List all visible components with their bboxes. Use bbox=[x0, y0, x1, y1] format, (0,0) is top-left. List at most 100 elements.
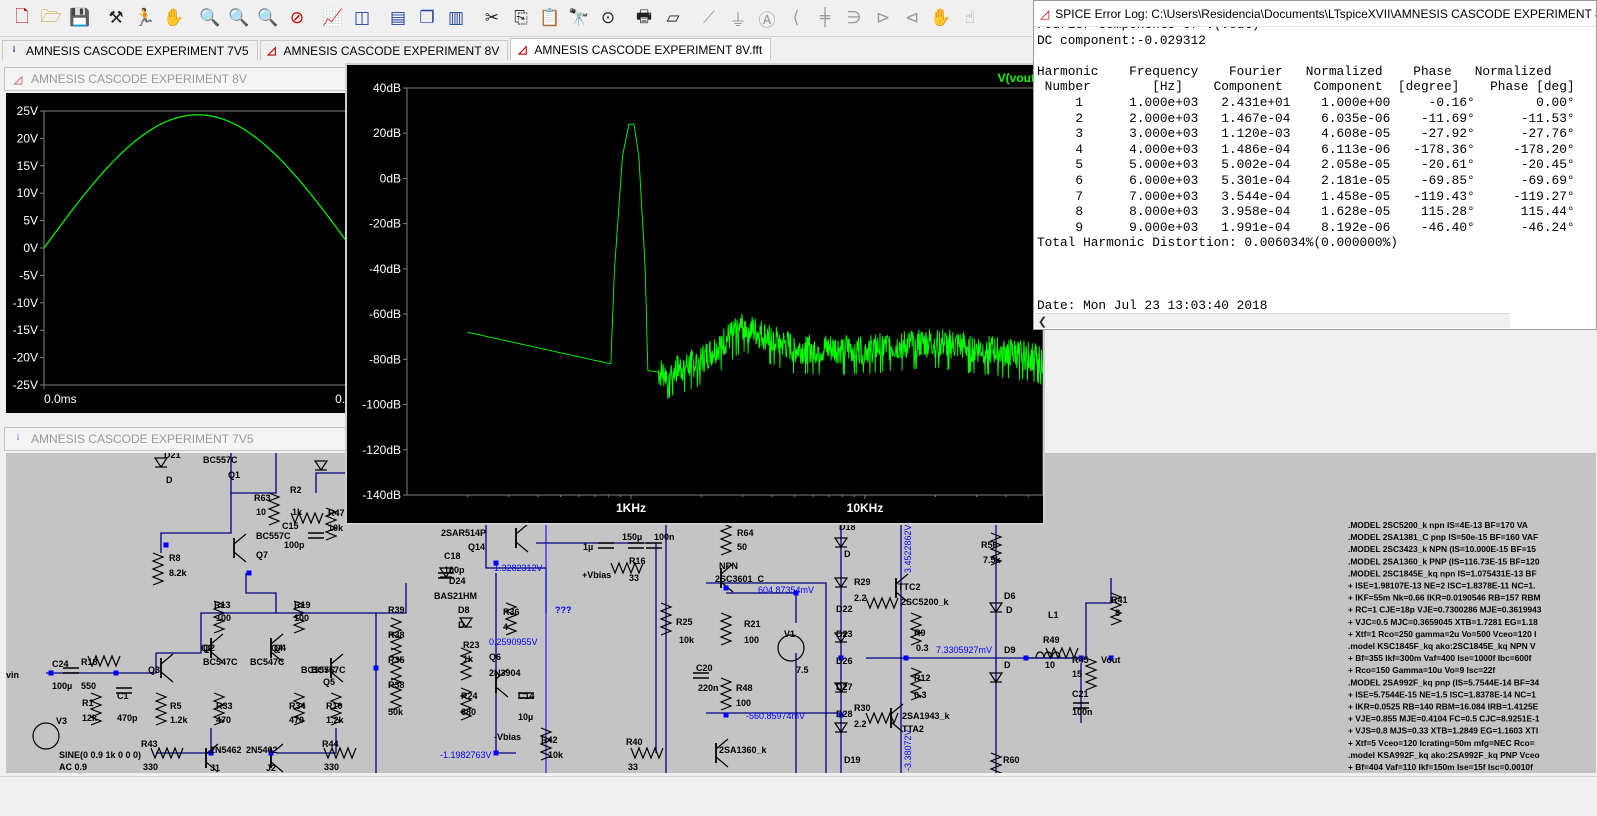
control-panel-icon[interactable]: ⚒ bbox=[102, 4, 130, 32]
component-label: 2N5462 bbox=[210, 745, 242, 755]
copy-icon[interactable]: ⎘ bbox=[507, 4, 535, 32]
diode-icon[interactable]: ⊳ bbox=[869, 4, 897, 32]
log-blank bbox=[1037, 282, 1592, 298]
new-schematic-icon[interactable]: 🗋 bbox=[8, 4, 36, 32]
component-label: ??? bbox=[555, 605, 572, 615]
node-voltage-label: 604.87354mV bbox=[758, 585, 814, 595]
component-label: 470 bbox=[289, 715, 304, 725]
halt-icon[interactable]: ✋ bbox=[160, 4, 188, 32]
component-label: 2N3904 bbox=[489, 668, 521, 678]
component-label: R41 bbox=[1111, 595, 1128, 605]
transistor-symbol bbox=[515, 541, 529, 553]
spice-directive-icon[interactable]: ⊙ bbox=[594, 4, 622, 32]
scroll-left-icon[interactable]: ❮ bbox=[1035, 314, 1050, 329]
cascade-icon[interactable]: ❐ bbox=[413, 4, 441, 32]
component-label: Q5 bbox=[323, 677, 335, 687]
ground-icon[interactable]: ⏚ bbox=[724, 4, 752, 32]
label-icon[interactable]: Ⓐ bbox=[753, 4, 781, 32]
wire-icon[interactable]: ⟋ bbox=[695, 4, 723, 32]
tile-horizontal-icon[interactable]: ▤ bbox=[384, 4, 412, 32]
zoom-out-icon[interactable]: 🔍 bbox=[254, 4, 282, 32]
component-label: R38 bbox=[388, 680, 405, 690]
waveform-icon: ◿ bbox=[267, 45, 276, 57]
paste-icon[interactable]: 📋 bbox=[536, 4, 564, 32]
component-label: 2.2 bbox=[854, 719, 867, 729]
component-label: 470p bbox=[117, 713, 138, 723]
component-icon[interactable]: ⊲ bbox=[898, 4, 926, 32]
fft-chart: 40dB 20dB 0dB -20dB -40dB -60dB -80dB -100dB -12… bbox=[362, 71, 1586, 515]
component-label: 330 bbox=[143, 762, 158, 772]
resistor-icon[interactable]: ⟨ bbox=[782, 4, 810, 32]
find-icon[interactable]: 🔭 bbox=[565, 4, 593, 32]
print-preview-icon[interactable]: ▱ bbox=[659, 4, 687, 32]
component-label: R30 bbox=[854, 703, 871, 713]
component-label: 100p bbox=[444, 565, 465, 575]
wire bbox=[495, 573, 516, 754]
component-label: C15 bbox=[282, 521, 299, 531]
component-label: V3 bbox=[56, 716, 67, 726]
component-label: R56 bbox=[981, 540, 998, 550]
component-label: 10k bbox=[328, 523, 344, 533]
log-blank bbox=[1037, 267, 1592, 283]
spice-model-text: + Rco=150 Gamma=10u Vo=9 Isc=22f bbox=[1348, 665, 1495, 675]
autorange-icon[interactable]: 📈 bbox=[319, 4, 347, 32]
spice-log-icon: ◿ bbox=[1040, 6, 1050, 21]
plot-frame bbox=[406, 87, 1044, 496]
time-window-titlebar[interactable]: ◿ AMNESIS CASCODE EXPERIMENT 8V bbox=[4, 67, 346, 91]
component-label: 50 bbox=[737, 542, 747, 552]
fft-plot[interactable]: 40dB 20dB 0dB -20dB -40dB -60dB -80dB -100dB -12… bbox=[345, 63, 1586, 525]
log-harmonic-row: 1 1.000e+03 2.431e+01 1.000e+00 -0.16° 0… bbox=[1037, 94, 1575, 110]
component-label: R29 bbox=[854, 577, 871, 587]
capacitor-icon[interactable]: ╪ bbox=[811, 4, 839, 32]
component-label: SINE(0 0.9 1k 0 0 0) bbox=[59, 750, 141, 760]
log-header-row: Harmonic Frequency Fourier Normalized Ph… bbox=[1037, 63, 1552, 79]
y-tick-label: -25V bbox=[13, 378, 38, 392]
log-harmonic-row: 7 7.000e+03 3.544e-04 1.458e-05 -119.43°… bbox=[1037, 188, 1575, 204]
toolbar: 🗋 🗁 💾 ⚒ 🏃 ✋ 🔍 🔍 🔍 ⊘ 📈 ◫ ▤ ❐ ▥ ✂ ⎘ 📋 🔭 ⊙ … bbox=[0, 0, 1040, 37]
y-tick-label: -60dB bbox=[369, 307, 401, 321]
zoom-in-icon[interactable]: 🔍 bbox=[196, 4, 224, 32]
component-label: 1.2k bbox=[170, 715, 189, 725]
spice-log-text[interactable]: Fourier components of V(vout)DC componen… bbox=[1037, 27, 1592, 313]
component-label: Q7 bbox=[256, 550, 268, 560]
time-domain-plot[interactable]: 25V 20V 15V 10V 5V 0V -5V -10V -15V -20V -25V 0.0ms… bbox=[6, 93, 675, 413]
component-label: 220n bbox=[698, 683, 719, 693]
drag-icon[interactable]: ☝ bbox=[956, 4, 984, 32]
x-tick-label: 0.0ms bbox=[44, 392, 77, 406]
component-label: 7.5 bbox=[796, 665, 809, 675]
window-title: AMNESIS CASCODE EXPERIMENT 7V5 bbox=[31, 432, 254, 446]
tab-fft-8v[interactable]: ◿ AMNESIS CASCODE EXPERIMENT 8V.fft bbox=[510, 38, 772, 60]
tab-schematic-7v5[interactable]: ᛍ AMNESIS CASCODE EXPERIMENT 7V5 bbox=[2, 40, 258, 60]
log-harmonic-row: 5 5.000e+03 5.002e-04 2.058e-05 -20.61° … bbox=[1037, 157, 1575, 173]
component-label: Q1 bbox=[228, 470, 240, 480]
spice-model-text: .MODEL 2SA1360_k PNP (IS=116.73E-15 BF=1… bbox=[1348, 556, 1540, 566]
tab-waveform-8v[interactable]: ◿ AMNESIS CASCODE EXPERIMENT 8V bbox=[259, 40, 509, 60]
x-tick-label: 1KHz bbox=[616, 501, 646, 515]
schematic-window-titlebar[interactable]: ᛍ AMNESIS CASCODE EXPERIMENT 7V5 bbox=[4, 427, 346, 451]
component-label: 2SA1943_k bbox=[902, 711, 951, 721]
tile-vertical-icon[interactable]: ▥ bbox=[442, 4, 470, 32]
component-label: 2SC3601_C bbox=[715, 574, 765, 584]
zoom-full-icon[interactable]: 🔍 bbox=[225, 4, 253, 32]
spice-log-titlebar[interactable]: ◿ SPICE Error Log: C:\Users\Residencia\D… bbox=[1034, 1, 1596, 27]
save-icon[interactable]: 💾 bbox=[66, 4, 94, 32]
zoom-cancel-icon[interactable]: ⊘ bbox=[283, 4, 311, 32]
cut-icon[interactable]: ✂ bbox=[478, 4, 506, 32]
pick-traces-icon[interactable]: ◫ bbox=[348, 4, 376, 32]
move-icon[interactable]: ✋ bbox=[927, 4, 955, 32]
inductor-icon[interactable]: ∋ bbox=[840, 4, 868, 32]
component-label: BC557C bbox=[311, 665, 346, 675]
log-header-row: Number [Hz] Component Component [degree]… bbox=[1037, 79, 1575, 95]
print-icon[interactable]: 🖶 bbox=[630, 4, 658, 32]
component-label: R42 bbox=[541, 735, 558, 745]
horizontal-scrollbar[interactable]: ❮ bbox=[1035, 313, 1510, 328]
open-folder-icon[interactable]: 🗁 bbox=[37, 4, 65, 32]
run-icon[interactable]: 🏃 bbox=[131, 4, 159, 32]
transistor-symbol bbox=[715, 756, 729, 768]
component-label: R13 bbox=[214, 600, 231, 610]
component-label: R64 bbox=[737, 528, 754, 538]
y-tick-label: -80dB bbox=[369, 352, 401, 366]
component-label: C20 bbox=[696, 663, 713, 673]
component-label: 2SA1360_k bbox=[719, 745, 768, 755]
component-label: 33 bbox=[629, 573, 639, 583]
